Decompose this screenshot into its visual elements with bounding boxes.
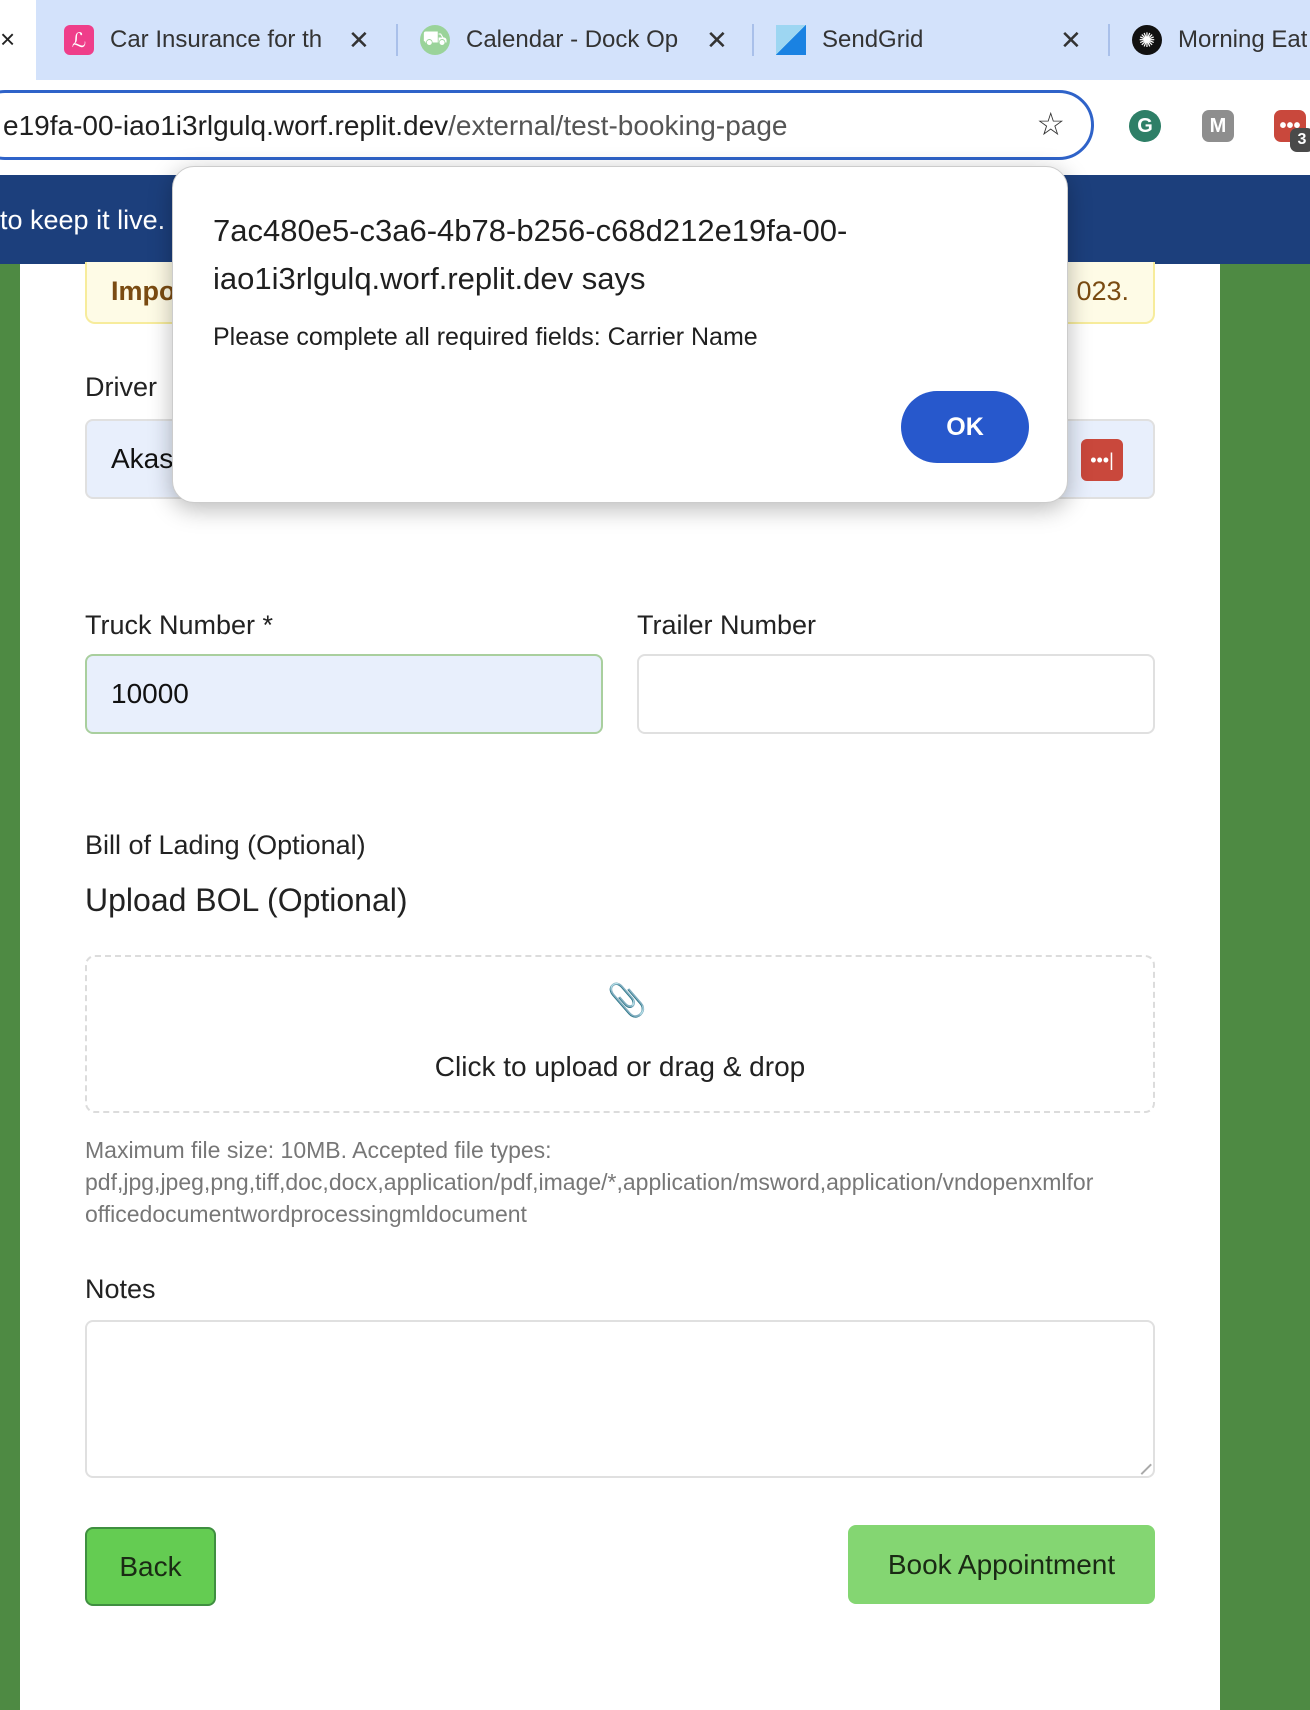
tab-car-insurance[interactable]: ℒ Car Insurance for th ✕ xyxy=(64,18,374,62)
openai-icon: ✺ xyxy=(1132,25,1162,55)
tab-separator xyxy=(752,24,754,56)
address-bar[interactable]: e19fa-00-iao1i3rlgulq.worf.replit.dev/ex… xyxy=(0,90,1094,160)
dialog-message: Please complete all required fields: Car… xyxy=(213,323,758,351)
toolbar: e19fa-00-iao1i3rlgulq.worf.replit.dev/ex… xyxy=(0,80,1310,175)
tab-morning[interactable]: ✺ Morning Eat xyxy=(1132,18,1310,62)
trailer-number-label: Trailer Number xyxy=(637,610,817,640)
notes-label: Notes xyxy=(85,1274,156,1304)
lastpass-field-icon[interactable]: •••| xyxy=(1081,439,1123,481)
close-icon[interactable]: ✕ xyxy=(706,25,728,56)
alert-dialog: 7ac480e5-c3a6-4b78-b256-c68d212e19fa-00-… xyxy=(172,166,1068,503)
tab-calendar[interactable]: ⛟ Calendar - Dock Op ✕ xyxy=(420,18,730,62)
truck-number-label: Truck Number * xyxy=(85,610,274,640)
url-text[interactable]: e19fa-00-iao1i3rlgulq.worf.replit.dev/ex… xyxy=(3,110,787,142)
driver-label: Driver xyxy=(85,372,157,402)
truck-icon: ⛟ xyxy=(420,25,450,55)
truck-number-input[interactable]: 10000 xyxy=(85,654,603,734)
grammarly-icon[interactable]: G xyxy=(1129,110,1161,142)
paperclip-icon: 📎 xyxy=(607,982,647,1018)
dialog-title: 7ac480e5-c3a6-4b78-b256-c68d212e19fa-00-… xyxy=(213,213,848,296)
upload-bol-heading: Upload BOL (Optional) xyxy=(85,882,408,918)
notes-textarea[interactable] xyxy=(85,1320,1155,1478)
sendgrid-icon xyxy=(776,25,806,55)
ok-button[interactable]: OK xyxy=(901,391,1029,463)
extension-icon[interactable]: M xyxy=(1202,110,1234,142)
close-icon[interactable]: ✕ xyxy=(1060,25,1082,56)
trailer-number-input[interactable] xyxy=(637,654,1155,734)
bookmark-star-icon[interactable]: ☆ xyxy=(1036,105,1065,143)
tab-separator xyxy=(1108,24,1110,56)
bol-label: Bill of Lading (Optional) xyxy=(85,830,366,860)
extension-badge: 3 xyxy=(1290,128,1310,152)
book-appointment-button[interactable]: Book Appointment xyxy=(848,1525,1155,1604)
file-help-text: Maximum file size: 10MB. Accepted file t… xyxy=(85,1137,1094,1227)
tab-bar: × ℒ Car Insurance for th ✕ ⛟ Calendar - … xyxy=(0,0,1310,80)
back-button[interactable]: Back xyxy=(85,1527,216,1606)
close-icon[interactable]: ✕ xyxy=(348,25,370,56)
tab-sendgrid[interactable]: SendGrid ✕ xyxy=(776,18,1086,62)
resize-handle[interactable] xyxy=(1132,1455,1152,1475)
bol-dropzone[interactable]: 📎 Click to upload or drag & drop xyxy=(85,955,1155,1113)
tab-separator xyxy=(396,24,398,56)
close-icon[interactable]: × xyxy=(0,24,15,55)
tab-active[interactable]: × xyxy=(0,0,36,80)
lemonade-icon: ℒ xyxy=(64,25,94,55)
